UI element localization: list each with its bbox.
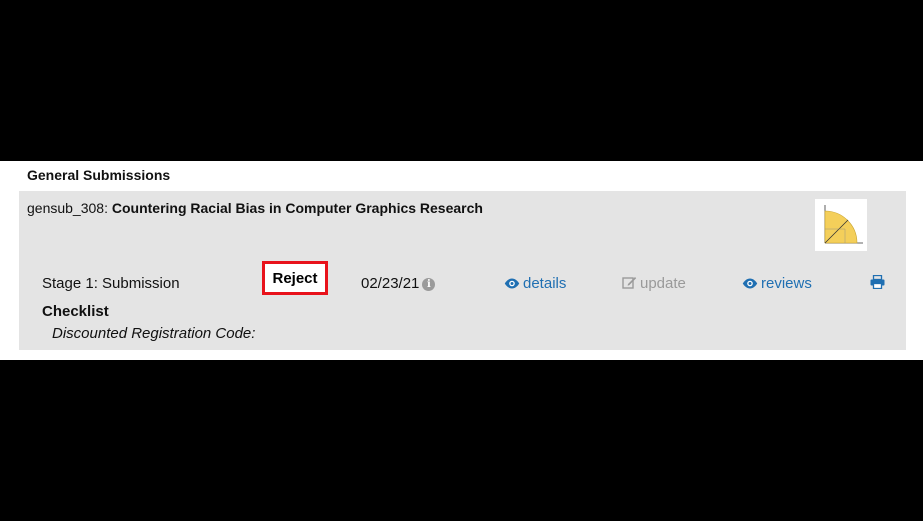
submission-title: Countering Racial Bias in Computer Graph… xyxy=(111,200,483,216)
stage-label: Stage 1: Submission xyxy=(42,275,180,292)
update-link: update xyxy=(622,275,686,292)
submissions-panel: General Submissions gensub_308: Counteri… xyxy=(0,161,923,360)
submission-title-line[interactable]: gensub_308: Countering Racial Bias in Co… xyxy=(27,200,483,216)
thumbnail-diagram xyxy=(824,205,863,244)
section-title: General Submissions xyxy=(27,167,171,183)
print-button[interactable] xyxy=(870,274,888,292)
printer-icon xyxy=(870,274,885,290)
decision-badge: Reject xyxy=(262,261,328,295)
page: General Submissions gensub_308: Counteri… xyxy=(0,0,923,521)
edit-icon xyxy=(622,277,637,289)
reviews-label: reviews xyxy=(761,275,812,292)
submission-card: gensub_308: Countering Racial Bias in Co… xyxy=(19,191,906,350)
update-label: update xyxy=(640,275,686,292)
reviews-link[interactable]: reviews xyxy=(742,275,812,292)
submission-id: gensub_308: xyxy=(27,200,108,216)
eye-icon xyxy=(742,278,758,289)
discount-code-label: Discounted Registration Code: xyxy=(52,325,256,342)
eye-icon xyxy=(504,278,520,289)
details-link[interactable]: details xyxy=(504,275,566,292)
details-label: details xyxy=(523,275,567,292)
checklist-heading: Checklist xyxy=(42,303,109,320)
submission-thumbnail[interactable] xyxy=(815,199,867,251)
date-text: 02/23/21 xyxy=(361,275,420,292)
decision-date: 02/23/21 i xyxy=(361,275,436,292)
info-icon[interactable]: i xyxy=(422,278,436,291)
